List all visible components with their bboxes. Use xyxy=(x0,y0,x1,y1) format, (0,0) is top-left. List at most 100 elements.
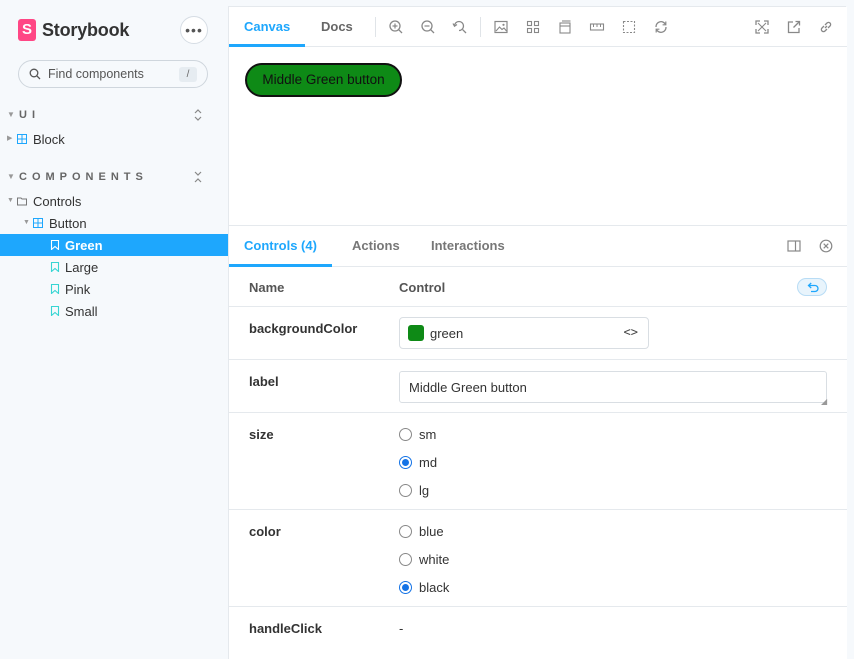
color-swatch[interactable] xyxy=(408,325,424,341)
sidebar-item-label: Block xyxy=(33,132,65,147)
control-name: color xyxy=(249,524,281,539)
tab-canvas[interactable]: Canvas xyxy=(228,7,306,47)
sidebar: S Storybook ••• / ▼ UI ▶ Block ▼ COMPONE… xyxy=(0,0,228,659)
caret-down-icon: ▼ xyxy=(23,219,30,226)
component-icon xyxy=(33,218,43,228)
size-option-md[interactable]: md xyxy=(399,453,437,471)
section-ui[interactable]: ▼ UI xyxy=(0,108,228,124)
search-input[interactable] xyxy=(48,67,178,81)
viewport-icon[interactable] xyxy=(557,19,573,35)
logo-letter: S xyxy=(21,21,32,38)
radio-button[interactable] xyxy=(399,552,412,566)
sidebar-item-green[interactable]: Green xyxy=(0,234,228,256)
open-new-tab-icon[interactable] xyxy=(786,19,802,35)
sidebar-item-block[interactable]: ▶ Block xyxy=(0,128,228,150)
controls-table-header: Name Control xyxy=(229,267,847,307)
radio-button-selected[interactable] xyxy=(399,580,412,594)
measure-icon[interactable] xyxy=(589,19,605,35)
toolbar-divider xyxy=(375,17,376,37)
control-row-color: color blue white black xyxy=(229,510,847,607)
radio-label: sm xyxy=(419,426,437,442)
sidebar-item-button[interactable]: ▼ Button xyxy=(0,212,228,234)
caret-down-icon: ▼ xyxy=(7,110,15,119)
folder-icon xyxy=(17,197,27,206)
bookmark-icon xyxy=(50,306,60,316)
close-panel-icon[interactable] xyxy=(819,239,833,253)
zoom-out-icon[interactable] xyxy=(420,19,436,35)
tab-controls[interactable]: Controls (4) xyxy=(229,226,332,267)
control-value-empty: - xyxy=(399,621,404,636)
color-picker[interactable]: green <> xyxy=(399,317,649,349)
panel-orientation-icon[interactable] xyxy=(787,239,801,253)
expand-all-icon[interactable] xyxy=(192,108,204,122)
collapse-all-icon[interactable] xyxy=(192,170,204,184)
section-components-title: COMPONENTS xyxy=(19,171,148,183)
background-icon[interactable] xyxy=(493,19,509,35)
section-components[interactable]: ▼ COMPONENTS xyxy=(0,170,228,186)
canvas-preview: Middle Green button xyxy=(229,47,847,225)
sidebar-item-pink[interactable]: Pink xyxy=(0,278,228,300)
main-area: Canvas Docs Middle Green button Controls… xyxy=(228,6,847,659)
radio-label: lg xyxy=(419,482,430,498)
control-name: handleClick xyxy=(249,621,322,636)
color-option-blue[interactable]: blue xyxy=(399,522,444,540)
brand-name: Storybook xyxy=(42,19,130,40)
sidebar-item-small[interactable]: Small xyxy=(0,300,228,322)
bookmark-icon xyxy=(50,262,60,272)
sidebar-item-large[interactable]: Large xyxy=(0,256,228,278)
storybook-logo-icon: S xyxy=(18,19,36,41)
component-icon xyxy=(17,134,27,144)
ellipsis-icon: ••• xyxy=(185,22,203,38)
radio-button[interactable] xyxy=(399,524,412,538)
label-input[interactable] xyxy=(399,371,827,403)
sidebar-item-label: Button xyxy=(49,216,87,231)
grid-icon[interactable] xyxy=(525,19,541,35)
radio-button-selected[interactable] xyxy=(399,455,412,469)
reset-controls-button[interactable] xyxy=(797,278,827,296)
sidebar-item-label: Controls xyxy=(33,194,82,209)
search-shortcut: / xyxy=(179,67,197,82)
caret-down-icon: ▼ xyxy=(7,197,14,204)
zoom-in-icon[interactable] xyxy=(388,19,404,35)
control-row-handleclick: handleClick - xyxy=(229,607,847,659)
color-value: green xyxy=(430,326,464,341)
color-option-white[interactable]: white xyxy=(399,550,449,568)
bookmark-icon xyxy=(50,240,60,250)
search-box[interactable]: / xyxy=(18,60,208,88)
code-icon[interactable]: <> xyxy=(624,325,638,339)
middle-green-button[interactable]: Middle Green button xyxy=(245,63,402,97)
panel-tabs: Controls (4) Actions Interactions xyxy=(229,226,847,267)
tab-docs[interactable]: Docs xyxy=(321,7,353,47)
settings-menu-button[interactable]: ••• xyxy=(180,16,208,44)
radio-button[interactable] xyxy=(399,483,412,497)
tab-interactions[interactable]: Interactions xyxy=(431,226,505,266)
addons-panel: Controls (4) Actions Interactions Name C… xyxy=(229,225,847,659)
sidebar-item-label: Green xyxy=(65,238,103,253)
size-option-lg[interactable]: lg xyxy=(399,481,429,499)
radio-button[interactable] xyxy=(399,427,412,441)
radio-label: md xyxy=(419,454,438,470)
sidebar-item-label: Small xyxy=(65,304,98,319)
outline-icon[interactable] xyxy=(621,19,637,35)
resize-grip-icon[interactable]: ◢ xyxy=(821,397,827,406)
tab-actions[interactable]: Actions xyxy=(352,226,400,266)
control-name: backgroundColor xyxy=(249,321,358,336)
section-ui-title: UI xyxy=(19,109,40,121)
zoom-reset-icon[interactable] xyxy=(452,19,468,35)
caret-right-icon: ▶ xyxy=(7,135,13,142)
size-option-sm[interactable]: sm xyxy=(399,425,436,443)
sidebar-item-controls[interactable]: ▼ Controls xyxy=(0,190,228,212)
brand[interactable]: S Storybook xyxy=(18,18,129,42)
control-row-size: size sm md lg xyxy=(229,413,847,510)
search-icon xyxy=(29,68,41,80)
sidebar-item-label: Pink xyxy=(65,282,91,297)
radio-label: black xyxy=(419,579,450,595)
control-row-label: label ◢ xyxy=(229,360,847,413)
control-row-backgroundcolor: backgroundColor green <> xyxy=(229,307,847,360)
fullscreen-icon[interactable] xyxy=(754,19,770,35)
copy-link-icon[interactable] xyxy=(818,19,834,35)
color-option-black[interactable]: black xyxy=(399,578,449,596)
refresh-icon[interactable] xyxy=(653,19,669,35)
radio-label: white xyxy=(419,551,450,567)
undo-icon xyxy=(807,282,819,293)
